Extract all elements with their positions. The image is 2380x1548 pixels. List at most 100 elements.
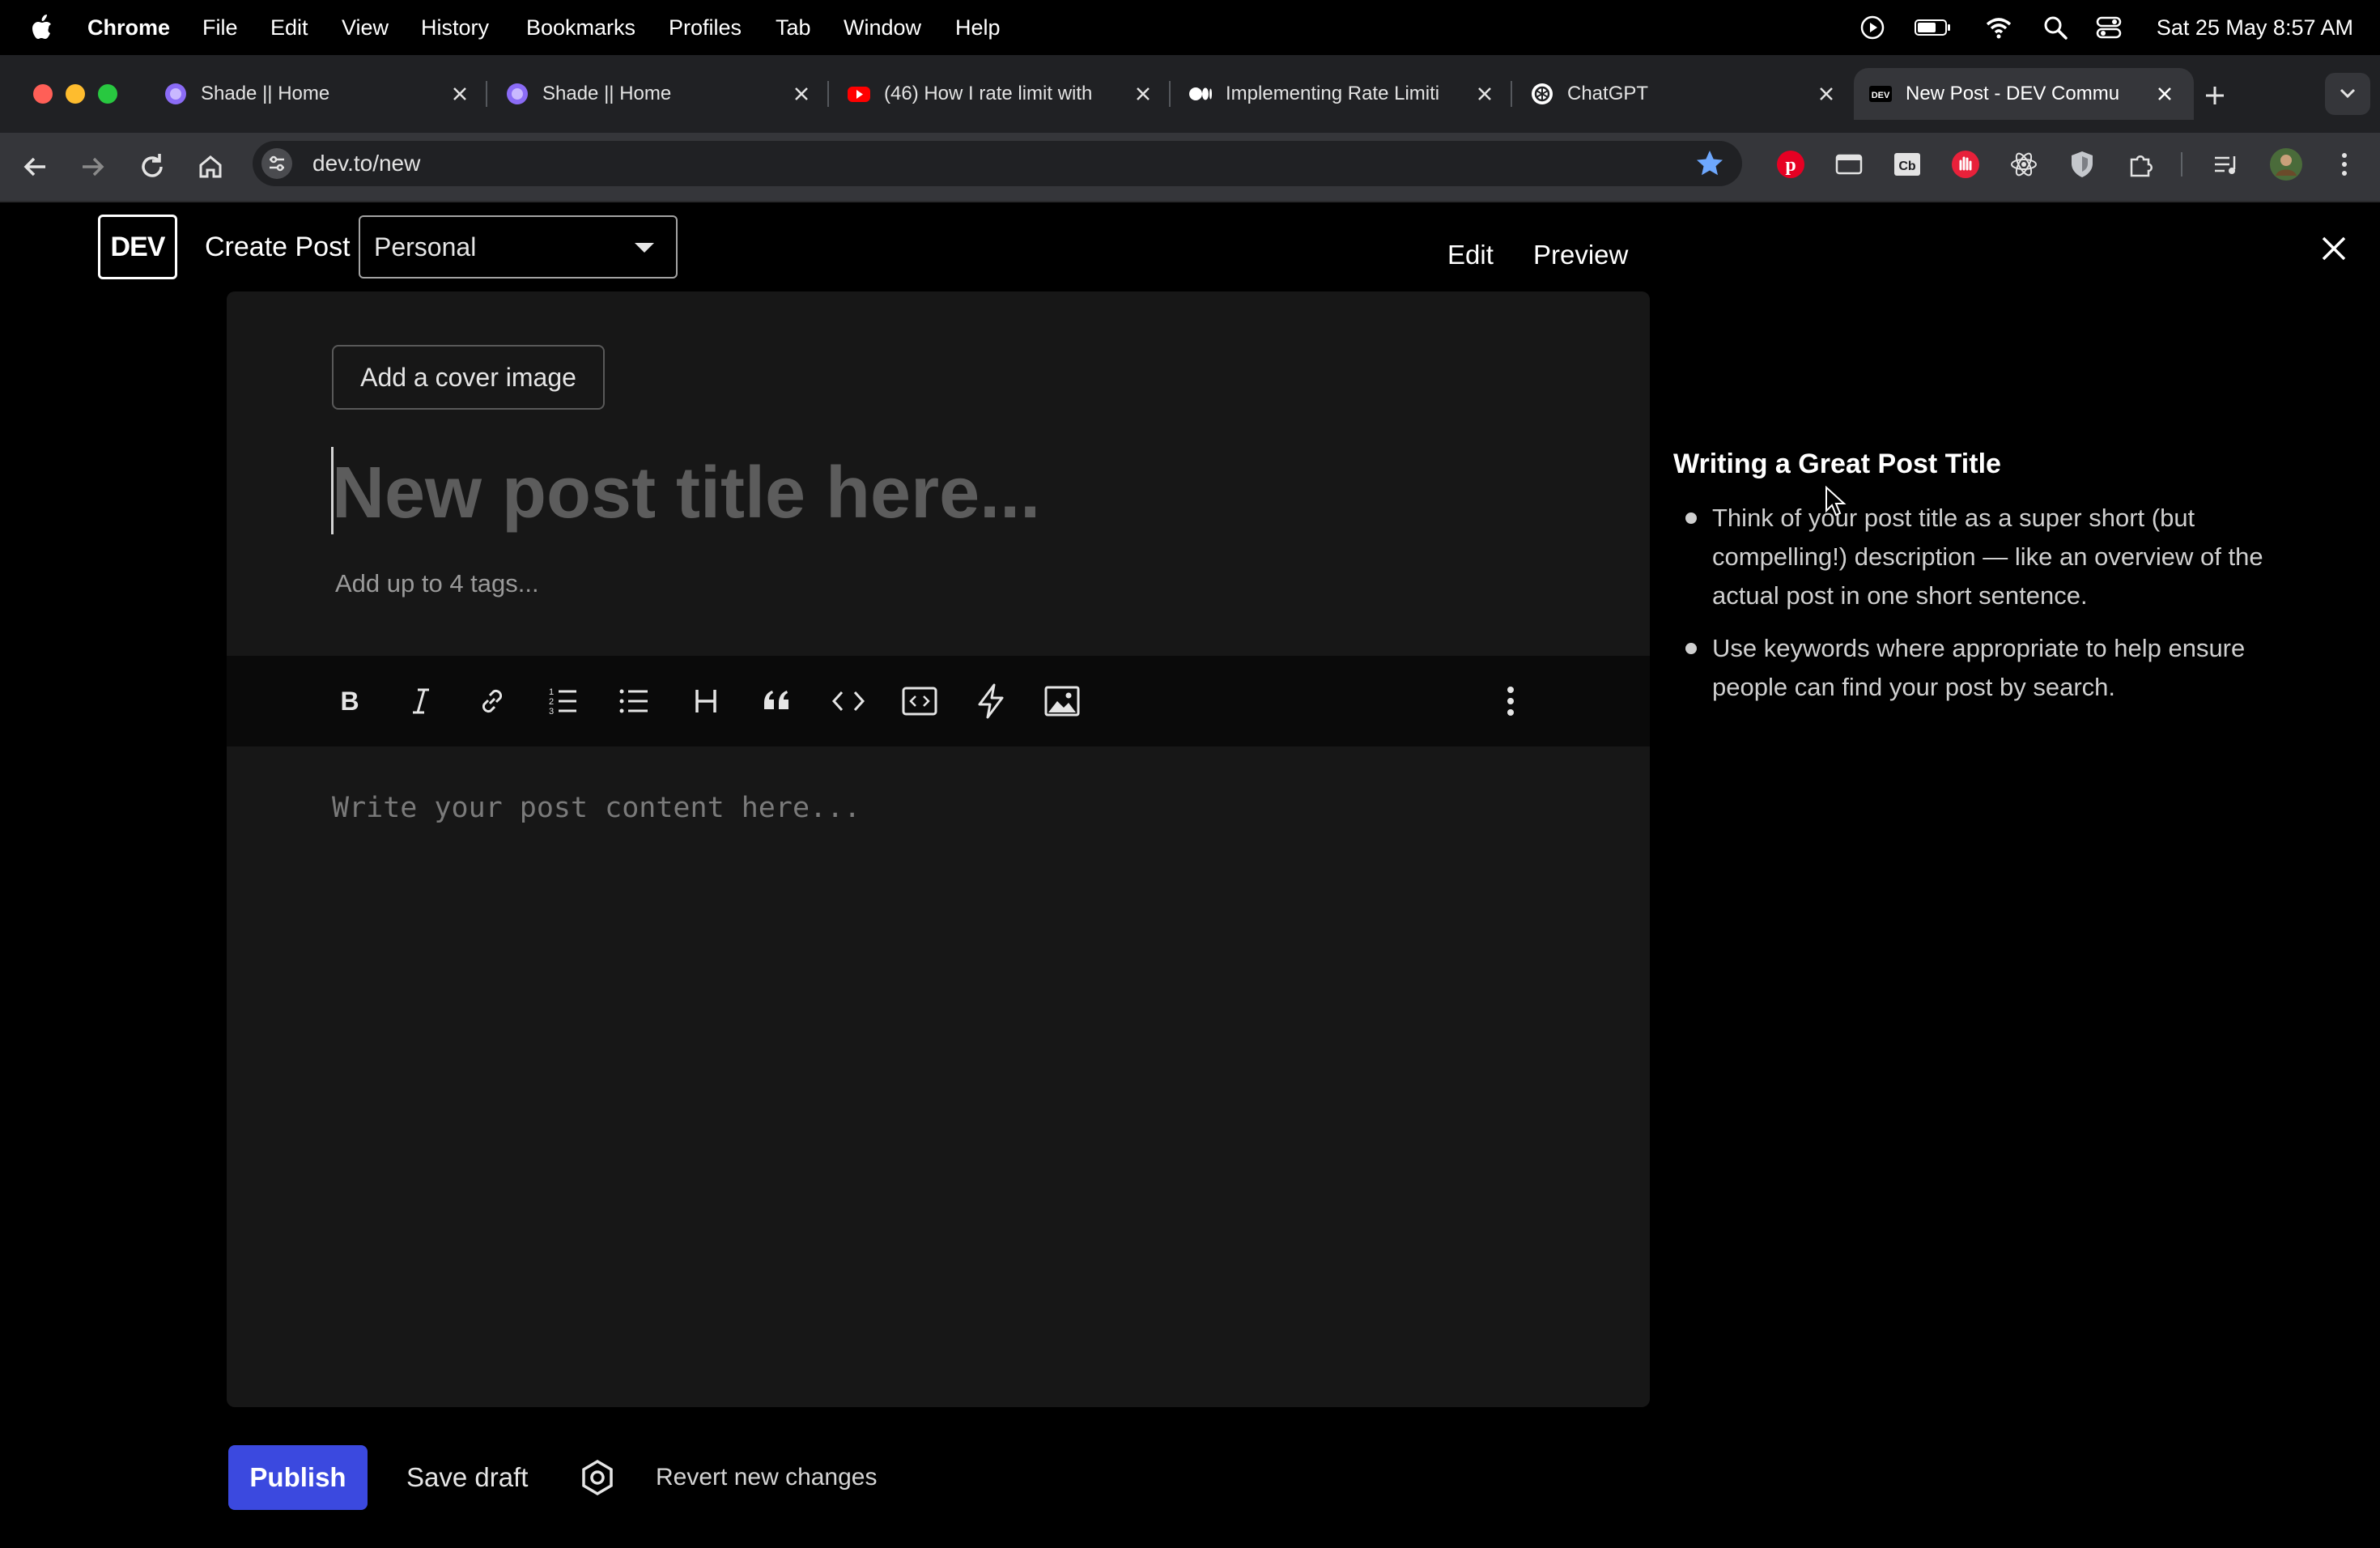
reload-icon[interactable]	[133, 147, 172, 186]
quote-icon[interactable]	[756, 680, 798, 722]
close-tab-icon[interactable]	[1815, 83, 1838, 105]
home-icon[interactable]	[191, 147, 230, 186]
media-play-icon[interactable]	[1859, 14, 1886, 41]
url-text[interactable]: dev.to/new	[312, 141, 420, 186]
publish-button[interactable]: Publish	[228, 1445, 368, 1510]
pinterest-icon[interactable]: p	[1774, 148, 1807, 181]
menu-tab[interactable]: Tab	[776, 0, 811, 55]
code-block-icon[interactable]	[899, 680, 941, 722]
svg-text:2: 2	[549, 697, 554, 707]
toolbar-divider	[2181, 152, 2182, 176]
tab-preview[interactable]: Preview	[1533, 231, 1628, 279]
close-tab-icon[interactable]	[1132, 83, 1154, 105]
embed-lightning-icon[interactable]	[970, 680, 1012, 722]
wifi-icon[interactable]	[1985, 14, 2012, 41]
window-zoom-button[interactable]	[98, 84, 117, 104]
menu-profiles[interactable]: Profiles	[669, 0, 742, 55]
back-arrow-icon[interactable]	[16, 147, 55, 186]
kebab-menu-icon[interactable]	[2328, 148, 2361, 181]
svg-text:Cb: Cb	[1898, 159, 1916, 173]
close-tab-icon[interactable]	[448, 83, 471, 105]
browser-tab[interactable]: (46) How I rate limit with	[832, 68, 1172, 120]
code-icon[interactable]	[827, 680, 869, 722]
tab-search-button[interactable]	[2325, 73, 2370, 115]
window-extension-icon[interactable]	[1833, 148, 1865, 181]
menu-clock[interactable]: Sat 25 May 8:57 AM	[2157, 0, 2353, 55]
save-draft-button[interactable]: Save draft	[387, 1445, 547, 1510]
spotlight-search-icon[interactable]	[2042, 14, 2069, 41]
svg-text:DEV: DEV	[1872, 91, 1890, 100]
browser-tab[interactable]: ChatGPT	[1515, 68, 1855, 120]
browser-tab[interactable]: Implementing Rate Limiti	[1174, 68, 1514, 120]
menu-file[interactable]: File	[202, 0, 238, 55]
menu-help[interactable]: Help	[955, 0, 1001, 55]
close-tab-icon[interactable]	[1473, 83, 1496, 105]
battery-icon[interactable]	[1914, 14, 1953, 41]
revert-changes-button[interactable]: Revert new changes	[656, 1445, 878, 1510]
caret-down-icon	[635, 243, 654, 253]
menu-window[interactable]: Window	[844, 0, 921, 55]
organization-select[interactable]: Personal	[359, 215, 678, 279]
add-cover-image-button[interactable]: Add a cover image	[332, 345, 605, 410]
close-tab-icon[interactable]	[790, 83, 813, 105]
page-title: Create Post	[205, 232, 351, 262]
tab-edit[interactable]: Edit	[1447, 231, 1494, 279]
apple-icon[interactable]	[29, 14, 53, 41]
tags-input[interactable]: Add up to 4 tags...	[335, 563, 539, 604]
browser-tab[interactable]: Shade || Home	[149, 68, 489, 120]
shield-extension-icon[interactable]	[2066, 148, 2098, 181]
tab-title: New Post - DEV Commu	[1906, 83, 2120, 104]
tab-title: Shade || Home	[201, 83, 330, 104]
post-body-textarea[interactable]: Write your post content here...	[332, 785, 861, 831]
svg-text:p: p	[1785, 155, 1796, 176]
extensions-puzzle-icon[interactable]	[2124, 148, 2157, 181]
italic-icon[interactable]	[400, 680, 442, 722]
ordered-list-icon[interactable]: 123	[542, 680, 584, 722]
unordered-list-icon[interactable]	[614, 680, 656, 722]
avatar[interactable]	[2268, 147, 2304, 182]
media-controls-icon[interactable]	[2210, 148, 2242, 181]
control-center-icon[interactable]	[2095, 14, 2123, 41]
tab-separator	[486, 81, 487, 107]
more-options-icon[interactable]	[1490, 680, 1532, 722]
react-devtools-icon[interactable]	[2008, 148, 2040, 181]
menu-edit[interactable]: Edit	[270, 0, 308, 55]
menu-app-name[interactable]: Chrome	[87, 0, 170, 55]
menu-view[interactable]: View	[342, 0, 389, 55]
close-tab-icon[interactable]	[2153, 83, 2176, 105]
browser-tab[interactable]: Shade || Home	[491, 68, 831, 120]
post-title-input[interactable]: New post title here...	[332, 447, 1040, 539]
tab-title: Shade || Home	[542, 83, 672, 104]
new-tab-icon[interactable]	[2199, 79, 2231, 112]
post-settings-icon[interactable]	[578, 1458, 617, 1497]
window-minimize-button[interactable]	[66, 84, 85, 104]
dev-logo[interactable]: DEV	[98, 215, 177, 279]
address-bar[interactable]	[253, 141, 1742, 186]
close-icon[interactable]	[2320, 235, 2348, 262]
shade-favicon-icon	[507, 83, 528, 104]
stop-hand-extension-icon[interactable]	[1949, 148, 1982, 181]
tab-separator	[827, 81, 829, 107]
menu-bookmarks[interactable]: Bookmarks	[526, 0, 635, 55]
tip-bullet	[1685, 643, 1697, 654]
tab-title: ChatGPT	[1567, 83, 1649, 104]
forward-arrow-icon[interactable]	[73, 147, 112, 186]
cb-extension-icon[interactable]: Cb	[1891, 148, 1923, 181]
tip-item: Use keywords where appropriate to help e…	[1712, 634, 2246, 701]
tab-title: (46) How I rate limit with	[884, 83, 1093, 104]
image-icon[interactable]	[1041, 680, 1083, 722]
link-icon[interactable]	[471, 680, 513, 722]
tip-bullet	[1685, 512, 1697, 524]
bold-icon[interactable]: B	[329, 680, 371, 722]
bookmark-star-icon[interactable]	[1694, 147, 1726, 180]
medium-icon	[1189, 87, 1212, 100]
browser-tab-active[interactable]: DEV New Post - DEV Commu	[1854, 68, 2194, 120]
window-close-button[interactable]	[33, 84, 53, 104]
chatgpt-icon	[1532, 83, 1553, 104]
tips-heading: Writing a Great Post Title	[1673, 449, 2001, 479]
organization-select-value: Personal	[374, 232, 477, 262]
heading-icon[interactable]	[685, 680, 727, 722]
menu-history[interactable]: History	[421, 0, 489, 55]
mouse-pointer-icon	[1825, 486, 1847, 517]
site-settings-icon[interactable]	[261, 147, 293, 180]
